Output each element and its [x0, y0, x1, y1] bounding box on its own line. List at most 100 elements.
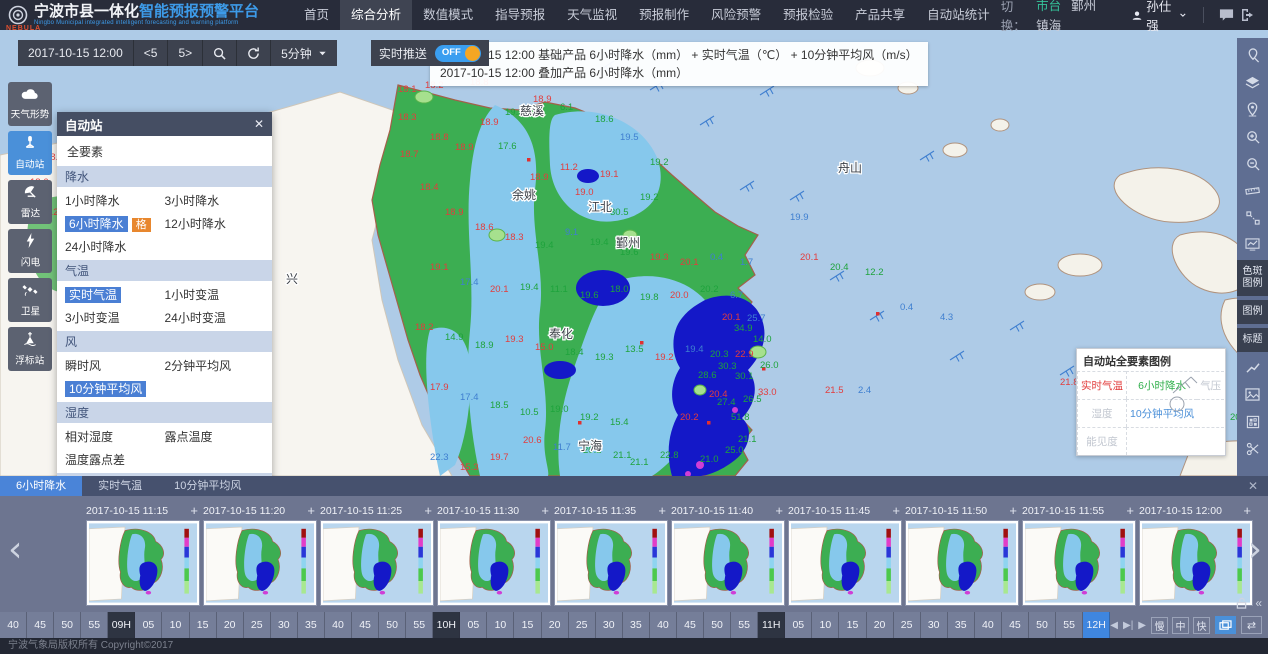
time-cell-55[interactable]: 55 [81, 612, 108, 638]
tool-图例[interactable]: 图例 [1237, 300, 1268, 324]
thumbnail-11:30[interactable]: 2017-10-15 11:30+ [437, 503, 551, 606]
plus-icon[interactable]: + [190, 504, 200, 518]
close-icon[interactable]: ✕ [254, 117, 264, 131]
thumbnail-12:00[interactable]: 2017-10-15 12:00+ [1139, 503, 1253, 606]
time-cell-25[interactable]: 25 [244, 612, 271, 638]
time-cell-50[interactable]: 50 [704, 612, 731, 638]
menu-item-指导预报[interactable]: 指导预报 [484, 0, 556, 30]
speed-中[interactable]: 中 [1172, 617, 1189, 634]
image-icon[interactable] [1237, 381, 1268, 408]
trend-icon[interactable] [1237, 354, 1268, 381]
dock-雷达[interactable]: 雷达 [8, 180, 52, 224]
element-item-24小时降水[interactable]: 24小时降水 [65, 235, 165, 258]
menu-item-产品共享[interactable]: 产品共享 [844, 0, 916, 30]
plus-icon[interactable]: + [307, 504, 317, 518]
time-cell-35[interactable]: 35 [623, 612, 650, 638]
element-item-实时气温[interactable]: 实时气温 [65, 283, 165, 306]
time-cell-40[interactable]: 40 [650, 612, 677, 638]
dock-闪电[interactable]: 闪电 [8, 229, 52, 273]
menu-item-风险预警[interactable]: 风险预警 [700, 0, 772, 30]
plus-icon[interactable]: + [1243, 504, 1253, 518]
thumbnail-11:15[interactable]: 2017-10-15 11:15+ [86, 503, 200, 606]
time-cell-40[interactable]: 40 [325, 612, 352, 638]
menu-item-预报检验[interactable]: 预报检验 [772, 0, 844, 30]
time-cell-15[interactable]: 15 [190, 612, 217, 638]
thumbnail-11:40[interactable]: 2017-10-15 11:40+ [671, 503, 785, 606]
time-cell-45[interactable]: 45 [677, 612, 704, 638]
datetime-display[interactable]: 2017-10-15 12:00 [18, 40, 134, 66]
measure-icon[interactable] [1237, 204, 1268, 231]
time-cell-25[interactable]: 25 [894, 612, 921, 638]
time-cell-20[interactable]: 20 [542, 612, 569, 638]
time-cell-09H[interactable]: 09H [108, 612, 135, 638]
speed-快[interactable]: 快 [1193, 617, 1210, 634]
plus-icon[interactable]: + [1126, 504, 1136, 518]
time-cell-30[interactable]: 30 [596, 612, 623, 638]
plus-icon[interactable]: + [424, 504, 434, 518]
element-item-24小时变温[interactable]: 24小时变温 [165, 306, 265, 329]
time-cell-05[interactable]: 05 [135, 612, 162, 638]
tool-标题[interactable]: 标题 [1237, 328, 1268, 352]
element-item-1小时降水[interactable]: 1小时降水 [65, 189, 165, 212]
thumb-map[interactable] [1022, 520, 1136, 606]
thumb-map[interactable] [437, 520, 551, 606]
animation-image-button[interactable] [1215, 616, 1236, 634]
menu-item-预报制作[interactable]: 预报制作 [628, 0, 700, 30]
time-cell-10[interactable]: 10 [812, 612, 839, 638]
time-cell-45[interactable]: 45 [27, 612, 54, 638]
push-toggle[interactable]: OFF [435, 45, 481, 62]
time-cell-45[interactable]: 45 [352, 612, 379, 638]
time-cell-50[interactable]: 50 [379, 612, 406, 638]
collapse-icon[interactable]: « [1255, 596, 1262, 610]
close-bottom-panel-icon[interactable]: ✕ [1248, 479, 1258, 493]
next-thumbnails-icon[interactable]: › [1248, 530, 1262, 570]
thumb-map[interactable] [320, 520, 434, 606]
time-cell-55[interactable]: 55 [731, 612, 758, 638]
time-cell-12H[interactable]: 12H [1083, 612, 1110, 638]
thumb-map[interactable] [788, 520, 902, 606]
ruler-icon[interactable] [1237, 177, 1268, 204]
element-item-露点温度[interactable]: 露点温度 [165, 425, 265, 448]
thumb-map[interactable] [203, 520, 317, 606]
thumb-map[interactable] [1139, 520, 1253, 606]
time-cell-40[interactable]: 40 [975, 612, 1002, 638]
station-鄞州[interactable]: 鄞州 [1071, 0, 1096, 13]
time-cell-15[interactable]: 15 [514, 612, 541, 638]
dock-卫星[interactable]: 卫星 [8, 278, 52, 322]
time-cell-50[interactable]: 50 [1029, 612, 1056, 638]
element-item-10分钟平均风[interactable]: 10分钟平均风 [65, 377, 165, 400]
plus-icon[interactable]: + [658, 504, 668, 518]
layers-icon[interactable] [1237, 69, 1268, 96]
time-cell-35[interactable]: 35 [298, 612, 325, 638]
element-item-瞬时风[interactable]: 瞬时风 [65, 354, 165, 377]
time-cell-40[interactable]: 40 [0, 612, 27, 638]
menu-item-综合分析[interactable]: 综合分析 [340, 0, 412, 30]
time-cell-50[interactable]: 50 [54, 612, 81, 638]
station-镇海[interactable]: 镇海 [1036, 19, 1061, 33]
refresh-button[interactable] [237, 40, 271, 66]
dock-天气形势[interactable]: 天气形势 [8, 82, 52, 126]
scissors-icon[interactable] [1237, 435, 1268, 462]
station-市台[interactable]: 市台 [1036, 0, 1061, 13]
time-cell-55[interactable]: 55 [1056, 612, 1083, 638]
stamp-icon[interactable] [1237, 408, 1268, 435]
time-cell-15[interactable]: 15 [839, 612, 866, 638]
grid-badge[interactable]: 格 [132, 218, 151, 232]
element-item-2分钟平均风[interactable]: 2分钟平均风 [165, 354, 265, 377]
time-cell-11H[interactable]: 11H [758, 612, 785, 638]
step-forward-button[interactable]: 5> [168, 40, 203, 66]
time-cell-10[interactable]: 10 [162, 612, 189, 638]
menu-item-数值模式[interactable]: 数值模式 [412, 0, 484, 30]
message-icon[interactable] [1216, 0, 1237, 30]
plus-icon[interactable]: + [1009, 504, 1019, 518]
menu-item-天气监视[interactable]: 天气监视 [556, 0, 628, 30]
tab-实时气温[interactable]: 实时气温 [82, 476, 158, 496]
time-cell-20[interactable]: 20 [867, 612, 894, 638]
tab-10分钟平均风[interactable]: 10分钟平均风 [158, 476, 257, 496]
exit-icon[interactable] [1237, 0, 1258, 30]
element-item-12小时降水[interactable]: 12小时降水 [165, 212, 265, 235]
thumbnail-11:35[interactable]: 2017-10-15 11:35+ [554, 503, 668, 606]
time-cell-45[interactable]: 45 [1002, 612, 1029, 638]
tab-6小时降水[interactable]: 6小时降水 [0, 476, 82, 496]
play-icon[interactable]: ▶ [1138, 620, 1146, 631]
